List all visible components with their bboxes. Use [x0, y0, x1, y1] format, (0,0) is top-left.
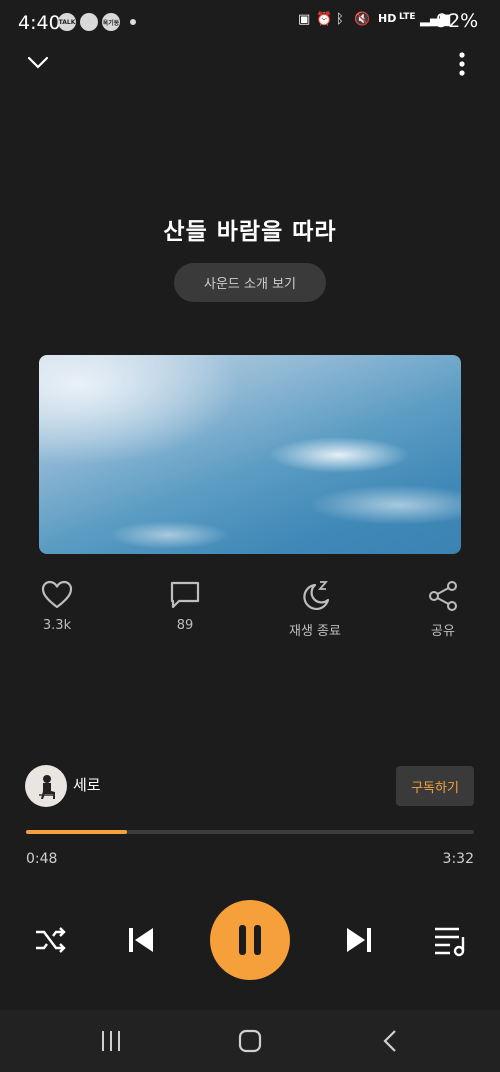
like-count: 3.3k [42, 618, 72, 633]
system-navigation-bar [0, 1010, 500, 1072]
progress-fill [26, 830, 128, 834]
comment-button[interactable]: 89 [135, 580, 235, 633]
subscribe-button[interactable]: 구독하기 [396, 766, 474, 806]
recent-apps-icon[interactable] [98, 1028, 124, 1054]
collapse-chevron-icon[interactable] [26, 50, 50, 74]
status-time: 4:40 [18, 12, 61, 34]
home-icon[interactable] [237, 1028, 263, 1054]
sleep-timer-label: 재생 종료 [289, 624, 341, 639]
mute-icon: 🔇 [354, 12, 371, 27]
back-icon[interactable] [378, 1028, 404, 1054]
notification-icon [80, 13, 98, 31]
more-notifications-icon [130, 19, 136, 25]
share-icon [429, 581, 457, 611]
share-label: 공유 [431, 624, 455, 639]
current-time: 0:48 [26, 851, 58, 867]
sound-intro-button[interactable]: 사운드 소개 보기 [174, 263, 326, 302]
pause-button[interactable] [210, 900, 290, 980]
status-bar: 4:40 TALK 옥기동 ▣ ⏰ ᛒ 🔇 HD LTE ▂▄▆ 92% [0, 0, 500, 44]
total-time: 3:32 [442, 851, 474, 867]
bluetooth-icon: ᛒ [336, 12, 344, 27]
person-silhouette-icon [39, 775, 55, 799]
comment-icon [170, 581, 200, 609]
share-button[interactable]: 공유 [393, 580, 493, 639]
shuffle-icon[interactable] [30, 920, 70, 960]
battery-level: 92% [436, 10, 479, 32]
app-badge-icon: 옥기동 [102, 13, 120, 31]
artist-name[interactable]: 세로 [73, 774, 101, 795]
like-button[interactable]: 3.3k [7, 580, 107, 633]
kakaotalk-icon: TALK [58, 13, 76, 31]
previous-track-icon[interactable] [120, 920, 160, 960]
song-title: 산들 바람을 따라 [163, 219, 337, 245]
alarm-icon: ⏰ [316, 12, 333, 27]
sleep-timer-button[interactable]: 재생 종료 [265, 580, 365, 639]
more-options-icon[interactable] [452, 50, 472, 78]
playlist-icon[interactable] [430, 920, 470, 960]
screenshot-icon: ▣ [298, 12, 311, 27]
hd-voice-icon: HD [378, 12, 397, 25]
sleep-timer-icon [303, 581, 330, 610]
artist-avatar[interactable] [25, 765, 67, 807]
heart-icon [41, 580, 73, 609]
lte-icon: LTE [399, 12, 416, 22]
comment-count: 89 [176, 618, 194, 633]
album-artwork [39, 355, 461, 554]
next-track-icon[interactable] [340, 920, 380, 960]
pause-icon [239, 925, 261, 955]
